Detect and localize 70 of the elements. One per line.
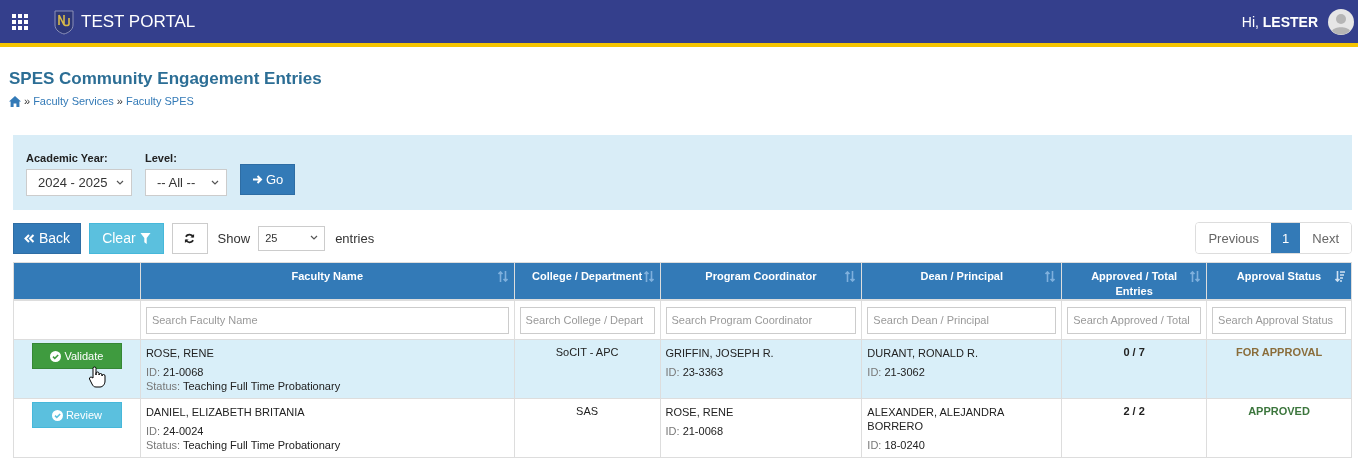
- search-field[interactable]: Search College / Depart: [519, 306, 655, 334]
- validate-button[interactable]: Validate: [31, 343, 122, 369]
- back-button[interactable]: Back: [13, 222, 82, 254]
- dropdown[interactable]: -- All --: [145, 169, 227, 196]
- sort-icon[interactable]: [497, 271, 508, 282]
- table-cell: 0 / 7: [1061, 339, 1207, 399]
- approval-status: FOR APPROVAL: [1235, 346, 1323, 358]
- dropdown[interactable]: 2024 - 2025: [26, 169, 132, 196]
- entries-label: entries: [335, 230, 375, 246]
- check-circle-icon: [50, 350, 62, 362]
- page-title: SPES Community Engagement Entries: [9, 69, 323, 89]
- shield-logo-icon: [53, 8, 75, 35]
- page-size-dropdown[interactable]: 25: [258, 225, 326, 251]
- employment-status: Status: Teaching Full Time Probationary: [145, 438, 342, 452]
- column-header[interactable]: Approval Status: [1206, 262, 1352, 300]
- id-text: ID: 24-0024: [145, 424, 205, 438]
- person-name: ALEXANDER, ALEJANDRA BORRERO: [867, 405, 1005, 433]
- field-label: Level:: [145, 152, 178, 164]
- table-cell: SoCIT - APC: [514, 339, 660, 399]
- show-label: Show: [217, 230, 251, 246]
- sort-icon[interactable]: [1045, 271, 1056, 282]
- id-text: ID: 18-0240: [867, 438, 926, 452]
- person-name: DURANT, RONALD R.: [867, 346, 979, 360]
- person-name: ROSE, RENE: [145, 346, 215, 360]
- home-icon[interactable]: [9, 95, 21, 107]
- id-text: ID: 21-3062: [867, 365, 926, 379]
- pagination-button[interactable]: 1: [1271, 223, 1301, 253]
- id-text: ID: 23-3363: [665, 365, 724, 379]
- id-text: ID: 21-0068: [145, 365, 205, 379]
- table-cell: SAS: [514, 398, 660, 458]
- breadcrumb-link[interactable]: Faculty SPES: [125, 95, 194, 107]
- table-cell: 2 / 2: [1061, 398, 1207, 458]
- sort-icon[interactable]: [1190, 271, 1201, 282]
- column-header[interactable]: Faculty Name: [140, 262, 515, 300]
- person-name: ROSE, RENE: [665, 405, 735, 419]
- apps-menu-icon[interactable]: [12, 13, 28, 30]
- caret-icon: [116, 179, 124, 186]
- sort-icon[interactable]: [643, 271, 654, 282]
- go-button[interactable]: Go: [240, 164, 296, 195]
- person-name: DANIEL, ELIZABETH BRITANIA: [145, 405, 306, 419]
- double-chevron-icon: [24, 232, 35, 244]
- avatar-icon[interactable]: [1328, 8, 1354, 35]
- search-field[interactable]: Search Program Coordinator: [665, 306, 857, 334]
- column-header[interactable]: College / Department: [514, 262, 660, 300]
- refresh-icon: [184, 232, 196, 244]
- breadcrumb-link[interactable]: Faculty Services: [33, 95, 114, 107]
- arrow-icon: [252, 174, 263, 185]
- column-header[interactable]: Program Coordinator: [660, 262, 862, 300]
- funnel-icon: [139, 232, 151, 244]
- approval-status: APPROVED: [1248, 405, 1310, 417]
- id-text: ID: 21-0068: [665, 424, 724, 438]
- search-field[interactable]: Search Faculty Name: [145, 306, 509, 334]
- employment-status: Status: Teaching Full Time Probationary: [145, 379, 342, 393]
- search-field[interactable]: Search Approval Status: [1212, 306, 1346, 334]
- caret-icon: [310, 235, 319, 241]
- check-circle-icon: [51, 409, 63, 421]
- sort-descending-icon[interactable]: [1335, 271, 1345, 282]
- search-field[interactable]: Search Dean / Principal: [867, 306, 1057, 334]
- refresh-button[interactable]: [171, 222, 208, 254]
- column-header[interactable]: Dean / Principal: [861, 262, 1062, 300]
- column-header[interactable]: Approved / Total Entries: [1061, 262, 1207, 300]
- sort-icon[interactable]: [845, 271, 856, 282]
- breadcrumb-separator: »: [116, 95, 123, 107]
- search-field[interactable]: Search Approved / Total: [1067, 306, 1202, 334]
- user-greeting: Hi, LESTER: [1241, 13, 1318, 30]
- caret-icon: [211, 179, 219, 186]
- person-name: GRIFFIN, JOSEPH R.: [665, 346, 775, 360]
- breadcrumb-separator: »: [24, 95, 31, 107]
- portal-title: TEST PORTAL: [81, 11, 196, 32]
- field-label: Academic Year:: [26, 152, 109, 164]
